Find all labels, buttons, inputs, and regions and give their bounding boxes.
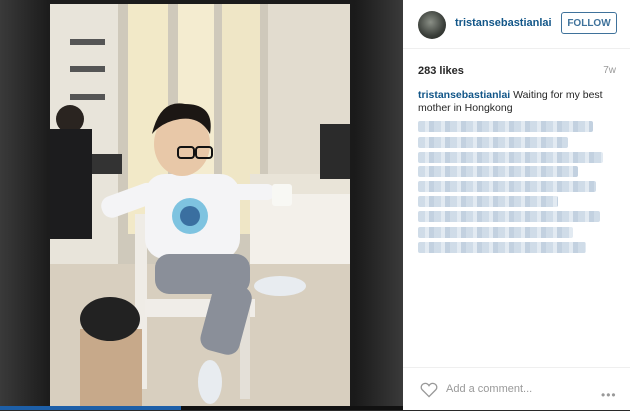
blurred-comment <box>418 181 596 192</box>
follow-button[interactable]: FOLLOW <box>561 12 617 34</box>
blurred-comment <box>418 121 593 132</box>
blurred-comment <box>418 152 603 163</box>
blurred-comment <box>418 137 568 148</box>
heart-icon[interactable] <box>420 382 438 398</box>
post-footer: Add a comment... ••• <box>403 367 630 411</box>
post-media[interactable] <box>0 0 403 410</box>
blurred-comment <box>418 196 558 207</box>
avatar[interactable] <box>418 11 446 39</box>
post-sidebar: tristansebastianlai FOLLOW 283 likes 7w … <box>403 0 630 410</box>
comment-input[interactable]: Add a comment... <box>446 383 532 395</box>
blurred-comment <box>418 227 573 238</box>
video-progress-bar[interactable] <box>0 406 403 410</box>
photo-illustration <box>50 4 350 406</box>
more-options-button[interactable]: ••• <box>601 388 617 402</box>
video-progress-fill <box>0 406 182 410</box>
blurred-comment <box>418 242 586 253</box>
blurred-comment <box>418 166 578 177</box>
username-link[interactable]: tristansebastianlai <box>455 17 552 29</box>
post-photo[interactable] <box>50 4 350 406</box>
likes-count[interactable]: 283 likes <box>418 65 464 77</box>
post-caption: tristansebastianlai Waiting for my best … <box>418 89 618 115</box>
blurred-comment <box>418 211 600 222</box>
caption-username[interactable]: tristansebastianlai <box>418 89 510 101</box>
post-age[interactable]: 7w <box>603 65 616 76</box>
post-header: tristansebastianlai FOLLOW <box>403 0 630 49</box>
